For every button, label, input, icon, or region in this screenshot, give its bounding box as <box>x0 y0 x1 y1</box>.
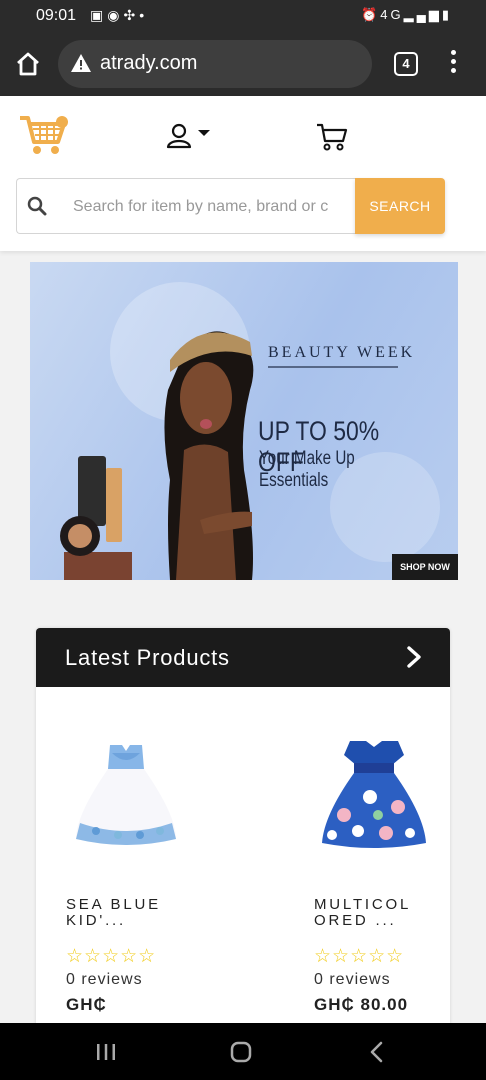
product-price: GH₵ 80.00 <box>314 995 409 1014</box>
status-time: 09:01 <box>36 7 77 24</box>
shop-now-button[interactable]: SHOP NOW <box>392 554 458 580</box>
product-price: GH₵ <box>66 995 107 1014</box>
slack-icon: ✣ <box>123 7 140 23</box>
search-box <box>16 178 356 234</box>
product-name: MULTICOL ORED ... <box>314 896 412 929</box>
product-image <box>322 741 426 848</box>
signal-icon: ▂▄▆ <box>403 7 442 22</box>
alarm-icon: ⏰ <box>361 7 381 22</box>
star-rating: ☆☆☆☆☆ <box>314 946 405 967</box>
site-logo[interactable] <box>18 114 68 156</box>
browser-home-button[interactable] <box>14 50 42 78</box>
url-text: atrady.com <box>100 52 198 74</box>
banner-subtext: Your Make Up Essentials <box>259 448 355 491</box>
browser-toolbar: atrady.com 4 <box>0 32 486 96</box>
section-title: Latest Products <box>65 645 230 670</box>
address-bar[interactable]: atrady.com <box>58 40 372 88</box>
product-card[interactable]: MULTICOL ORED ... ☆☆☆☆☆ 0 reviews GH₵ 80… <box>314 687 450 1028</box>
cart-icon <box>317 123 348 151</box>
tab-switcher-button[interactable]: 4 <box>394 52 418 76</box>
review-count: 0 reviews <box>66 971 143 988</box>
battery-icon: ▮ <box>441 7 452 22</box>
site-header: SEARCH <box>0 96 486 251</box>
status-bar: 09:01 ▣◉✣• ⏰4G▂▄▆▮ <box>0 0 486 32</box>
latest-products-section: Latest Products SEA BLUE KID'... ☆☆☆☆☆ 0… <box>36 628 450 1028</box>
dot-icon: • <box>139 7 149 23</box>
back-icon[interactable] <box>368 1040 384 1064</box>
account-dropdown-button[interactable] <box>166 122 212 150</box>
home-icon <box>17 52 39 76</box>
more-vert-icon <box>450 50 456 55</box>
system-nav-bar <box>0 1023 486 1080</box>
nav-home-icon[interactable] <box>229 1040 253 1064</box>
recent-apps-icon[interactable] <box>95 1042 117 1062</box>
star-rating: ☆☆☆☆☆ <box>66 946 157 967</box>
browser-menu-button[interactable] <box>447 50 459 78</box>
review-count: 0 reviews <box>314 971 391 988</box>
banner-heading: BEAUTY WEEK <box>268 344 416 361</box>
cart-logo-icon <box>20 116 68 154</box>
gallery-icon: ▣ <box>90 7 108 23</box>
system-icons: ⏰4G▂▄▆▮ <box>361 7 452 23</box>
product-image <box>76 745 176 845</box>
product-card[interactable]: SEA BLUE KID'... ☆☆☆☆☆ 0 reviews GH₵ <box>66 687 236 1028</box>
product-name: SEA BLUE KID'... <box>66 896 161 929</box>
notification-icons: ▣◉✣• <box>90 7 148 24</box>
makeup-products-image <box>60 456 132 580</box>
model-image <box>164 331 254 580</box>
latest-products-header[interactable]: Latest Products <box>36 628 450 687</box>
warning-icon <box>71 54 91 72</box>
promo-banner[interactable]: BEAUTY WEEK UP TO 50% OFF Your Make Up E… <box>30 262 458 580</box>
search-input[interactable] <box>73 193 349 221</box>
4g-icon: 4G <box>380 7 404 22</box>
cart-button[interactable] <box>316 122 348 152</box>
search-button[interactable]: SEARCH <box>355 178 445 234</box>
messenger-icon: ◉ <box>107 7 124 23</box>
user-icon <box>166 123 210 149</box>
chevron-right-icon[interactable] <box>406 645 422 669</box>
search-icon <box>27 196 47 216</box>
